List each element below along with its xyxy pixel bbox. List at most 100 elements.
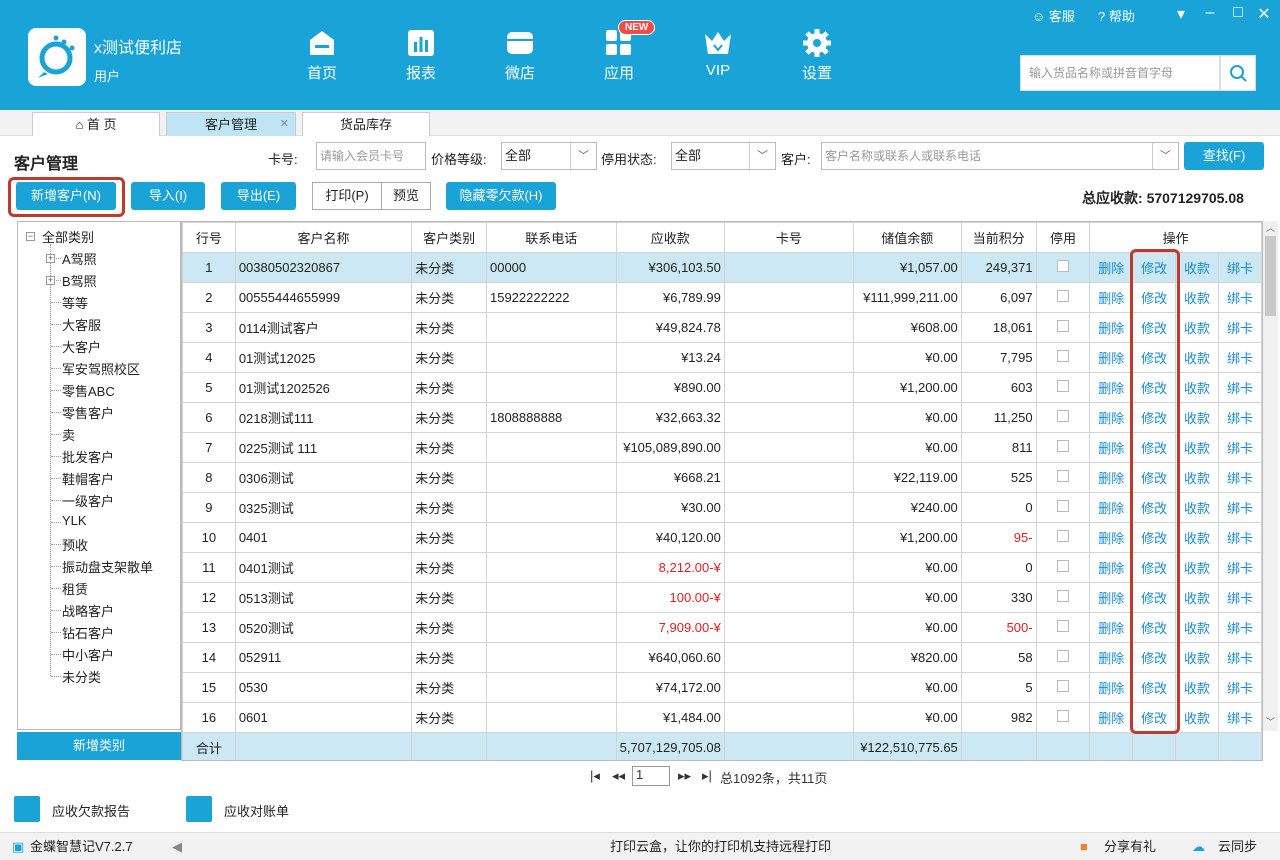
bind-card-link[interactable]: 绑卡	[1218, 672, 1262, 703]
bind-card-link[interactable]: 绑卡	[1218, 282, 1262, 313]
sync-link[interactable]: 云同步	[1218, 833, 1257, 860]
col-balance[interactable]: 储值余额	[852, 222, 962, 253]
table-row[interactable]: 5 01测试1202526 未分类 ¥890.00 ¥1,200.00 603 删除 修改 收款…	[182, 372, 1262, 403]
collect-link[interactable]: 收款	[1175, 552, 1220, 583]
tree-item[interactable]: 租赁	[62, 579, 88, 598]
print-button[interactable]: 打印(P)	[312, 182, 382, 210]
prev-page-icon[interactable]: ◂◂	[612, 768, 625, 784]
delete-link[interactable]: 删除	[1089, 462, 1134, 493]
bind-card-link[interactable]: 绑卡	[1218, 702, 1262, 733]
disabled-checkbox[interactable]	[1056, 650, 1069, 662]
maximize-icon[interactable]: □	[1228, 4, 1248, 22]
disabled-checkbox[interactable]	[1056, 560, 1069, 572]
tree-item[interactable]: 战略客户	[62, 601, 114, 620]
collect-link[interactable]: 收款	[1175, 492, 1220, 523]
nav-vip[interactable]: VIP	[688, 28, 748, 79]
bind-card-link[interactable]: 绑卡	[1218, 612, 1262, 643]
search-button[interactable]	[1220, 55, 1256, 91]
bind-card-link[interactable]: 绑卡	[1218, 492, 1262, 523]
price-level-select[interactable]: 全部 ﹀	[501, 142, 597, 170]
table-row[interactable]: 3 0114测试客户 未分类 ¥49,824.78 ¥608.00 18,061 删除 修改收…	[182, 312, 1262, 343]
table-row[interactable]: 6 0218测试111 未分类 1808888888 ¥32,663.32 ¥0.00 11…	[182, 402, 1262, 433]
col-phone[interactable]: 联系电话	[485, 222, 617, 253]
disabled-checkbox[interactable]	[1056, 530, 1069, 542]
delete-link[interactable]: 删除	[1089, 702, 1134, 733]
col-disabled[interactable]: 停用	[1035, 222, 1091, 253]
tree-item[interactable]: 未分类	[62, 667, 101, 686]
tree-item[interactable]: 振动盘支架散单	[62, 557, 153, 576]
col-category[interactable]: 客户类别	[411, 222, 487, 253]
delete-link[interactable]: 删除	[1089, 432, 1134, 463]
collect-link[interactable]: 收款	[1175, 252, 1220, 283]
last-page-icon[interactable]: ▸|	[702, 768, 712, 784]
disabled-checkbox[interactable]	[1056, 350, 1069, 362]
tree-item[interactable]: YLK	[62, 513, 87, 528]
table-row[interactable]: 10 0401 未分类 ¥40,120.00 ¥1,200.00 -95 删除 修改 收款 绑卡	[182, 522, 1262, 553]
collect-link[interactable]: 收款	[1175, 282, 1220, 313]
delete-link[interactable]: 删除	[1089, 492, 1134, 523]
bind-card-link[interactable]: 绑卡	[1218, 402, 1262, 433]
table-row[interactable]: 7 0225测试 111 未分类 ¥105,089,890.00 ¥0.00 811 删除修…	[182, 432, 1262, 463]
delete-link[interactable]: 删除	[1089, 552, 1134, 583]
delete-link[interactable]: 删除	[1089, 342, 1134, 373]
close-icon[interactable]: ✕	[1254, 4, 1274, 24]
bind-card-link[interactable]: 绑卡	[1218, 552, 1262, 583]
collect-link[interactable]: 收款	[1175, 312, 1220, 343]
export-button[interactable]: 导出(E)	[221, 182, 296, 210]
table-row[interactable]: 14 052911 未分类 ¥640,060.60 ¥820.00 58 删除 修改 收款 绑卡	[182, 642, 1262, 673]
col-card[interactable]: 卡号	[723, 222, 854, 253]
collect-link[interactable]: 收款	[1175, 372, 1220, 403]
bind-card-link[interactable]: 绑卡	[1218, 312, 1262, 343]
expand-icon[interactable]: +	[46, 254, 55, 263]
tree-item[interactable]: 等等	[62, 293, 88, 312]
preview-button[interactable]: 预览	[381, 182, 431, 210]
scroll-up-icon[interactable]: ︿	[1266, 221, 1275, 234]
collect-link[interactable]: 收款	[1175, 702, 1220, 733]
disabled-checkbox[interactable]	[1056, 590, 1069, 602]
status-select[interactable]: 全部 ﹀	[671, 142, 776, 170]
table-row[interactable]: 13 0520测试 未分类 ¥-7,909.00 ¥0.00 -500 删除 修改 收款 绑卡	[182, 612, 1262, 643]
tab-close-icon[interactable]: ✕	[280, 113, 289, 136]
collect-link[interactable]: 收款	[1175, 462, 1220, 493]
add-category-button[interactable]: 新增类别	[17, 732, 181, 760]
nav-home[interactable]: 首页	[292, 28, 352, 83]
share-link[interactable]: 分享有礼	[1104, 833, 1156, 860]
delete-link[interactable]: 删除	[1089, 612, 1134, 643]
disabled-checkbox[interactable]	[1056, 710, 1069, 722]
collect-link[interactable]: 收款	[1175, 432, 1220, 463]
tree-item[interactable]: 军安驾照校区	[62, 359, 140, 378]
delete-link[interactable]: 删除	[1089, 282, 1134, 313]
bind-card-link[interactable]: 绑卡	[1218, 372, 1262, 403]
delete-link[interactable]: 删除	[1089, 642, 1134, 673]
scroll-thumb[interactable]	[1265, 236, 1276, 316]
table-row[interactable]: 8 0306测试 未分类 ¥668.21 ¥22,119.00 525 删除 修改 收款 绑卡	[182, 462, 1262, 493]
tree-item[interactable]: B驾照	[62, 271, 97, 290]
import-button[interactable]: 导入(I)	[131, 182, 205, 210]
disabled-checkbox[interactable]	[1056, 320, 1069, 332]
minimize-icon[interactable]: –	[1200, 4, 1220, 22]
delete-link[interactable]: 删除	[1089, 252, 1134, 283]
delete-link[interactable]: 删除	[1089, 582, 1134, 613]
search-input[interactable]: 输入货品名称或拼音首字母	[1020, 55, 1220, 91]
collect-link[interactable]: 收款	[1175, 582, 1220, 613]
table-row[interactable]: 2 00555444655999 未分类 15922222222 ¥6,789.99 ¥1…	[182, 282, 1262, 313]
collect-link[interactable]: 收款	[1175, 642, 1220, 673]
hide-zero-button[interactable]: 隐藏零欠款(H)	[446, 182, 556, 210]
nav-shop[interactable]: 微店	[490, 28, 550, 83]
collect-link[interactable]: 收款	[1175, 342, 1220, 373]
tree-item[interactable]: A驾照	[62, 249, 97, 268]
table-row[interactable]: 1 00380502320867 未分类 00000 ¥306,103.50 ¥1,057…	[182, 252, 1262, 283]
delete-link[interactable]: 删除	[1089, 372, 1134, 403]
col-row-no[interactable]: 行号	[182, 222, 236, 253]
tree-item[interactable]: 大客服	[62, 315, 101, 334]
disabled-checkbox[interactable]	[1056, 410, 1069, 422]
tree-item[interactable]: 零售客户	[62, 403, 114, 422]
find-button[interactable]: 查找(F)	[1184, 142, 1264, 170]
tree-item[interactable]: 中小客户	[62, 645, 114, 664]
scroll-down-icon[interactable]: ﹀	[1266, 715, 1275, 728]
table-row[interactable]: 12 0513测试 未分类 ¥-100.00 ¥0.00 330 删除 修改 收款 绑卡	[182, 582, 1262, 613]
tab-home[interactable]: ⌂ 首 页	[32, 112, 160, 136]
collect-link[interactable]: 收款	[1175, 612, 1220, 643]
vertical-scrollbar[interactable]: ︿ ﹀	[1263, 221, 1278, 731]
collect-link[interactable]: 收款	[1175, 402, 1220, 433]
